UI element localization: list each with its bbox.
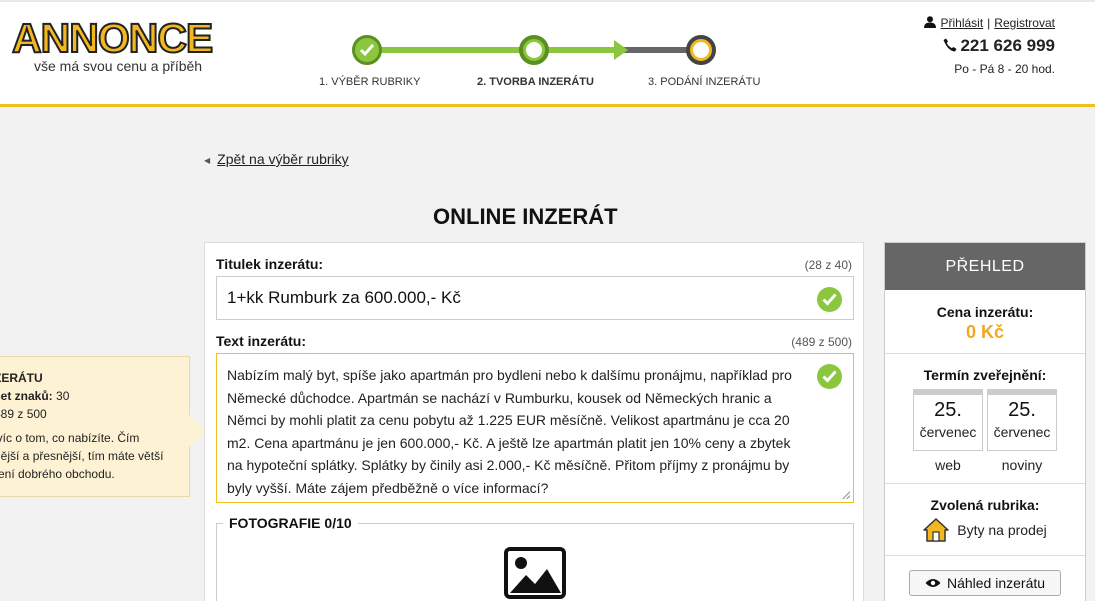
print-calendar-icon: 25. červenec xyxy=(987,389,1057,451)
print-day: 25. xyxy=(1008,399,1036,421)
logo-text: ANNONCE xyxy=(11,15,214,61)
register-link[interactable]: Registrovat xyxy=(994,16,1055,30)
title-valid-check-icon xyxy=(817,287,842,312)
back-link[interactable]: Zpět na výběr rubriky xyxy=(217,151,349,167)
overview-price: Cena inzerátu: 0 Kč xyxy=(885,290,1085,354)
progress-track-todo xyxy=(618,47,688,53)
tooltip-limit: 489 z 500 xyxy=(0,407,47,421)
logo[interactable]: ANNONCE vše má svou cenu a příběh xyxy=(11,15,214,75)
photos-section: FOTOGRAFIE 0/10 xyxy=(216,515,854,601)
text-textarea-value: Nabízím malý byt, spíše jako apartmán pr… xyxy=(227,367,792,496)
overview-heading: PŘEHLED xyxy=(885,243,1085,290)
resize-handle-icon[interactable] xyxy=(842,491,850,499)
overview-term: Termín zveřejnění: 25. červenec web 25. … xyxy=(885,354,1085,484)
rubric-value: Byty na prodej xyxy=(957,522,1047,538)
title-input[interactable]: 1+kk Rumburk za 600.000,- Kč xyxy=(216,276,854,320)
text-textarea[interactable]: Nabízím malý byt, spíše jako apartmán pr… xyxy=(216,353,854,503)
ad-form: Titulek inzerátu: (28 z 40) 1+kk Rumburk… xyxy=(204,242,864,601)
web-date[interactable]: 25. červenec web xyxy=(913,389,983,473)
step-1-check-icon xyxy=(352,35,382,65)
web-caption: web xyxy=(935,457,961,473)
tooltip-chars-value: 30 xyxy=(56,389,70,403)
step-2-label: 2. TVORBA INZERÁTU xyxy=(477,76,594,88)
term-label: Termín zveřejnění: xyxy=(923,367,1047,383)
print-date[interactable]: 25. červenec noviny xyxy=(987,389,1057,473)
eye-icon xyxy=(925,579,941,587)
opening-hours: Po - Pá 8 - 20 hod. xyxy=(954,62,1055,76)
tooltip-heading: ZERÁTU xyxy=(0,371,43,385)
step-3-pending-icon xyxy=(686,35,716,65)
logo-tagline: vše má svou cenu a příběh xyxy=(34,58,203,74)
phone-text: 221 626 999 xyxy=(960,36,1055,55)
progress-arrow-icon xyxy=(614,40,628,60)
preview-ad-label: Náhled inzerátu xyxy=(946,575,1046,591)
preview-ad-button[interactable]: Náhled inzerátu xyxy=(909,570,1061,596)
step-1-label: 1. VÝBĚR RUBRIKY xyxy=(319,76,421,88)
calendar-row: 25. červenec web 25. červenec noviny xyxy=(885,389,1085,473)
contact-box: Přihlásit | Registrovat 221 626 999 Po - P… xyxy=(924,16,1055,76)
auth-links: Přihlásit | Registrovat xyxy=(924,16,1055,30)
add-photo-image-icon[interactable] xyxy=(504,547,566,601)
help-tooltip: ZERÁTU čet znaků: 30 489 z 500 jvíc o to… xyxy=(0,356,190,497)
back-link-row: ◀ Zpět na výběr rubriky xyxy=(204,151,349,167)
phone-number[interactable]: 221 626 999 xyxy=(924,36,1055,56)
phone-icon xyxy=(943,38,957,52)
print-month: červenec xyxy=(993,424,1051,440)
overview-rubric: Zvolená rubrika: Byty na prodej xyxy=(885,484,1085,556)
step-3-label: 3. PODÁNÍ INZERÁTU xyxy=(648,76,761,88)
login-link[interactable]: Přihlásit xyxy=(940,16,983,30)
step-2-current-icon xyxy=(519,35,549,65)
rubric-row: Byty na prodej xyxy=(885,518,1085,542)
text-valid-check-icon xyxy=(817,364,842,389)
back-arrow-icon: ◀ xyxy=(204,155,211,165)
tooltip-desc-1: jvíc o tom, co nabízíte. Čím xyxy=(0,431,140,445)
rubric-label: Zvolená rubrika: xyxy=(930,497,1040,513)
price-label: Cena inzerátu: xyxy=(936,304,1034,320)
house-icon xyxy=(923,518,949,542)
site-header: ANNONCE vše má svou cenu a příběh 1. VÝB… xyxy=(0,0,1095,107)
price-value: 0 Kč xyxy=(965,322,1005,342)
page-title: ONLINE INZERÁT xyxy=(433,204,618,229)
progress-track-done xyxy=(366,47,618,53)
print-caption: noviny xyxy=(1001,457,1043,473)
web-calendar-icon: 25. červenec xyxy=(913,389,983,451)
tooltip-chars-label: čet znaků: xyxy=(0,389,53,403)
user-icon xyxy=(924,16,937,28)
progress-steps: 1. VÝBĚR RUBRIKY 2. TVORBA INZERÁTU 3. P… xyxy=(300,34,770,94)
auth-separator: | xyxy=(987,16,991,30)
title-label: Titulek inzerátu: xyxy=(216,256,324,272)
text-label: Text inzerátu: xyxy=(216,333,306,349)
tooltip-desc-2: nější a přesnější, tím máte větší xyxy=(0,449,164,463)
web-month: červenec xyxy=(919,424,977,440)
title-counter: (28 z 40) xyxy=(804,258,852,272)
text-counter: (489 z 500) xyxy=(791,335,852,349)
overview-panel: PŘEHLED Cena inzerátu: 0 Kč Termín zveře… xyxy=(884,242,1086,601)
tooltip-chars-row: čet znaků: 30 xyxy=(0,387,183,405)
web-day: 25. xyxy=(934,399,962,421)
tooltip-desc-3: ření dobrého obchodu. xyxy=(0,467,115,481)
photos-title: FOTOGRAFIE 0/10 xyxy=(223,515,358,531)
